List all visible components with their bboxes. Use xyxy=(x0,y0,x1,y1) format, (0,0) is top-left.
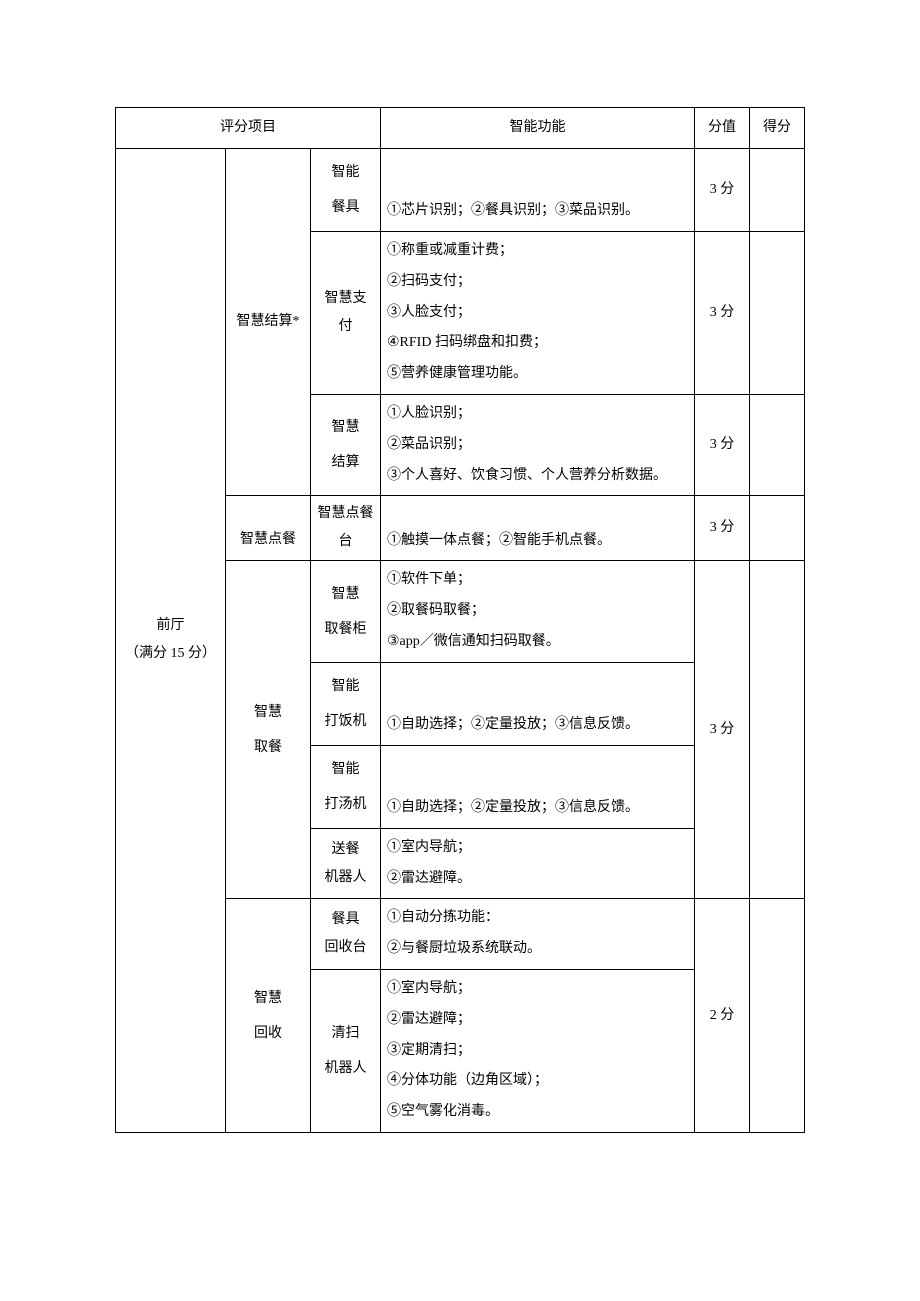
score-cell: 3 分 xyxy=(695,508,749,548)
sub-cell: 清扫机器人 xyxy=(311,1010,380,1092)
score-cell: 3 分 xyxy=(695,425,749,465)
got-cell xyxy=(750,561,805,899)
header-func: 智能功能 xyxy=(381,108,694,148)
area-name-line2: （满分 15 分） xyxy=(122,640,219,668)
desc-cell: ①芯片识别；②餐具识别；③菜品识别。 xyxy=(381,192,694,231)
area-cell: 前厅 （满分 15 分） xyxy=(116,149,226,1133)
got-cell xyxy=(750,394,805,495)
group-diancan: 智慧点餐 xyxy=(226,520,310,560)
sub-cell: 智慧点餐台 xyxy=(311,496,380,560)
desc-cell: ①自助选择；②定量投放；③信息反馈。 xyxy=(381,706,694,745)
score-cell: 2 分 xyxy=(695,996,749,1036)
desc-cell: ①称重或减重计费； ②扫码支付； ③人脸支付； ④RFID 扫码绑盘和扣费； ⑤… xyxy=(381,232,694,394)
score-cell: 3 分 xyxy=(695,170,749,210)
desc-cell: ①室内导航； ②雷达避障。 xyxy=(381,829,694,899)
table-row: 前厅 （满分 15 分） 智慧结算* 智能餐具 ①芯片识别；②餐具识别；③菜品识… xyxy=(116,149,805,232)
group-jiesuan: 智慧结算* xyxy=(226,302,310,342)
rubric-table: 评分项目 智能功能 分值 得分 前厅 （满分 15 分） 智慧结算* 智能餐具 … xyxy=(115,107,805,1133)
group-huishou: 智慧回收 xyxy=(226,975,310,1057)
sub-cell: 送餐机器人 xyxy=(311,830,380,898)
desc-cell: ①自动分拣功能： ②与餐厨垃圾系统联动。 xyxy=(381,899,694,969)
area-name-line1: 前厅 xyxy=(122,612,219,640)
desc-cell: ①触摸一体点餐；②智能手机点餐。 xyxy=(381,506,694,561)
got-cell xyxy=(750,496,805,561)
group-qucan: 智慧取餐 xyxy=(226,689,310,771)
desc-cell: ①人脸识别； ②菜品识别； ③个人喜好、饮食习惯、个人营养分析数据。 xyxy=(381,395,694,495)
sub-cell: 智能打饭机 xyxy=(311,663,380,745)
desc-cell: ①室内导航； ②雷达避障； ③定期清扫； ④分体功能（边角区域）； ⑤空气雾化消… xyxy=(381,970,694,1132)
sub-cell: 智慧支付 xyxy=(311,279,380,347)
desc-cell: ①软件下单； ②取餐码取餐； ③app／微信通知扫码取餐。 xyxy=(381,561,694,661)
header-item: 评分项目 xyxy=(116,108,380,148)
got-cell xyxy=(750,232,805,395)
sub-cell: 智慧结算 xyxy=(311,404,380,486)
desc-cell: ①自助选择；②定量投放；③信息反馈。 xyxy=(381,773,694,828)
sub-cell: 智慧取餐柜 xyxy=(311,571,380,653)
sub-cell: 智能餐具 xyxy=(311,149,380,231)
got-cell xyxy=(750,149,805,232)
sub-cell: 智能打汤机 xyxy=(311,746,380,828)
page: 评分项目 智能功能 分值 得分 前厅 （满分 15 分） 智慧结算* 智能餐具 … xyxy=(0,0,920,1301)
score-cell: 3 分 xyxy=(695,710,749,750)
header-got: 得分 xyxy=(750,108,804,148)
table-header-row: 评分项目 智能功能 分值 得分 xyxy=(116,108,805,149)
header-score: 分值 xyxy=(695,108,749,148)
got-cell xyxy=(750,899,805,1133)
score-cell: 3 分 xyxy=(695,293,749,333)
sub-cell: 餐具回收台 xyxy=(311,900,380,968)
